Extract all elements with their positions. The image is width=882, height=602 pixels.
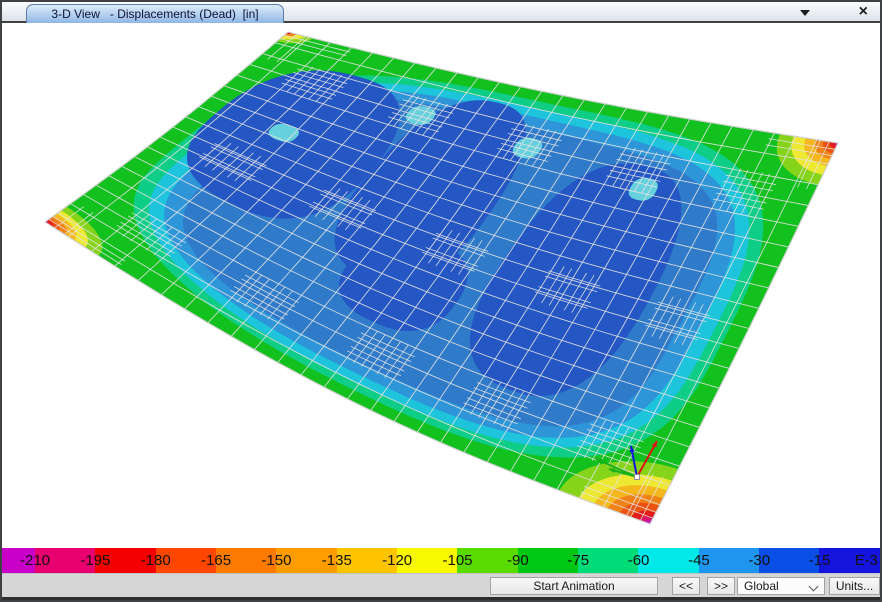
legend-scale-label: -135 [322, 552, 352, 569]
chevron-down-icon [809, 582, 819, 592]
legend-scale-label: -75 [567, 552, 589, 569]
legend-scale-label: -165 [201, 552, 231, 569]
legend-scale-label: -105 [442, 552, 472, 569]
displacement-contour-plot [2, 23, 880, 548]
coordinate-system-dropdown[interactable]: Global [737, 577, 825, 595]
legend-scale-label: -210 [20, 552, 50, 569]
contour-scale-legend: -210 -195 -180 -165 -150 -135 -120 -105 -90 -75 -6… [2, 548, 880, 573]
coordinate-system-value: Global [744, 579, 779, 593]
window-bottom-border [2, 597, 880, 600]
bottom-control-bar: Start Animation << >> Global Units... [2, 573, 880, 597]
legend-scale-label: -30 [748, 552, 770, 569]
legend-scale-label: -60 [628, 552, 650, 569]
legend-scale-label: -150 [261, 552, 291, 569]
units-button[interactable]: Units... [829, 577, 880, 595]
step-forward-button[interactable]: >> [707, 577, 735, 595]
3d-view-window: 3-D View - Displacements (Dead) [in] × -… [0, 0, 882, 602]
view-tab-title: 3-D View - Displacements (Dead) [in] [51, 7, 258, 21]
view-tab[interactable]: 3-D View - Displacements (Dead) [in] [26, 4, 284, 23]
3d-view-canvas[interactable] [2, 23, 880, 548]
legend-scale-label: -45 [688, 552, 710, 569]
legend-scale-label: -15 [809, 552, 831, 569]
legend-scale-label: -90 [507, 552, 529, 569]
legend-scale-label: -195 [80, 552, 110, 569]
axes-origin-node [635, 475, 640, 480]
dropdown-arrow-icon[interactable] [800, 10, 810, 16]
window-titlebar: 3-D View - Displacements (Dead) [in] × [2, 2, 880, 23]
start-animation-button[interactable]: Start Animation [490, 577, 658, 595]
close-icon[interactable]: × [859, 2, 868, 21]
legend-scale-label: -180 [141, 552, 171, 569]
step-back-button[interactable]: << [672, 577, 700, 595]
legend-exponent-label: E-3 [855, 552, 878, 569]
legend-scale-label: -120 [382, 552, 412, 569]
